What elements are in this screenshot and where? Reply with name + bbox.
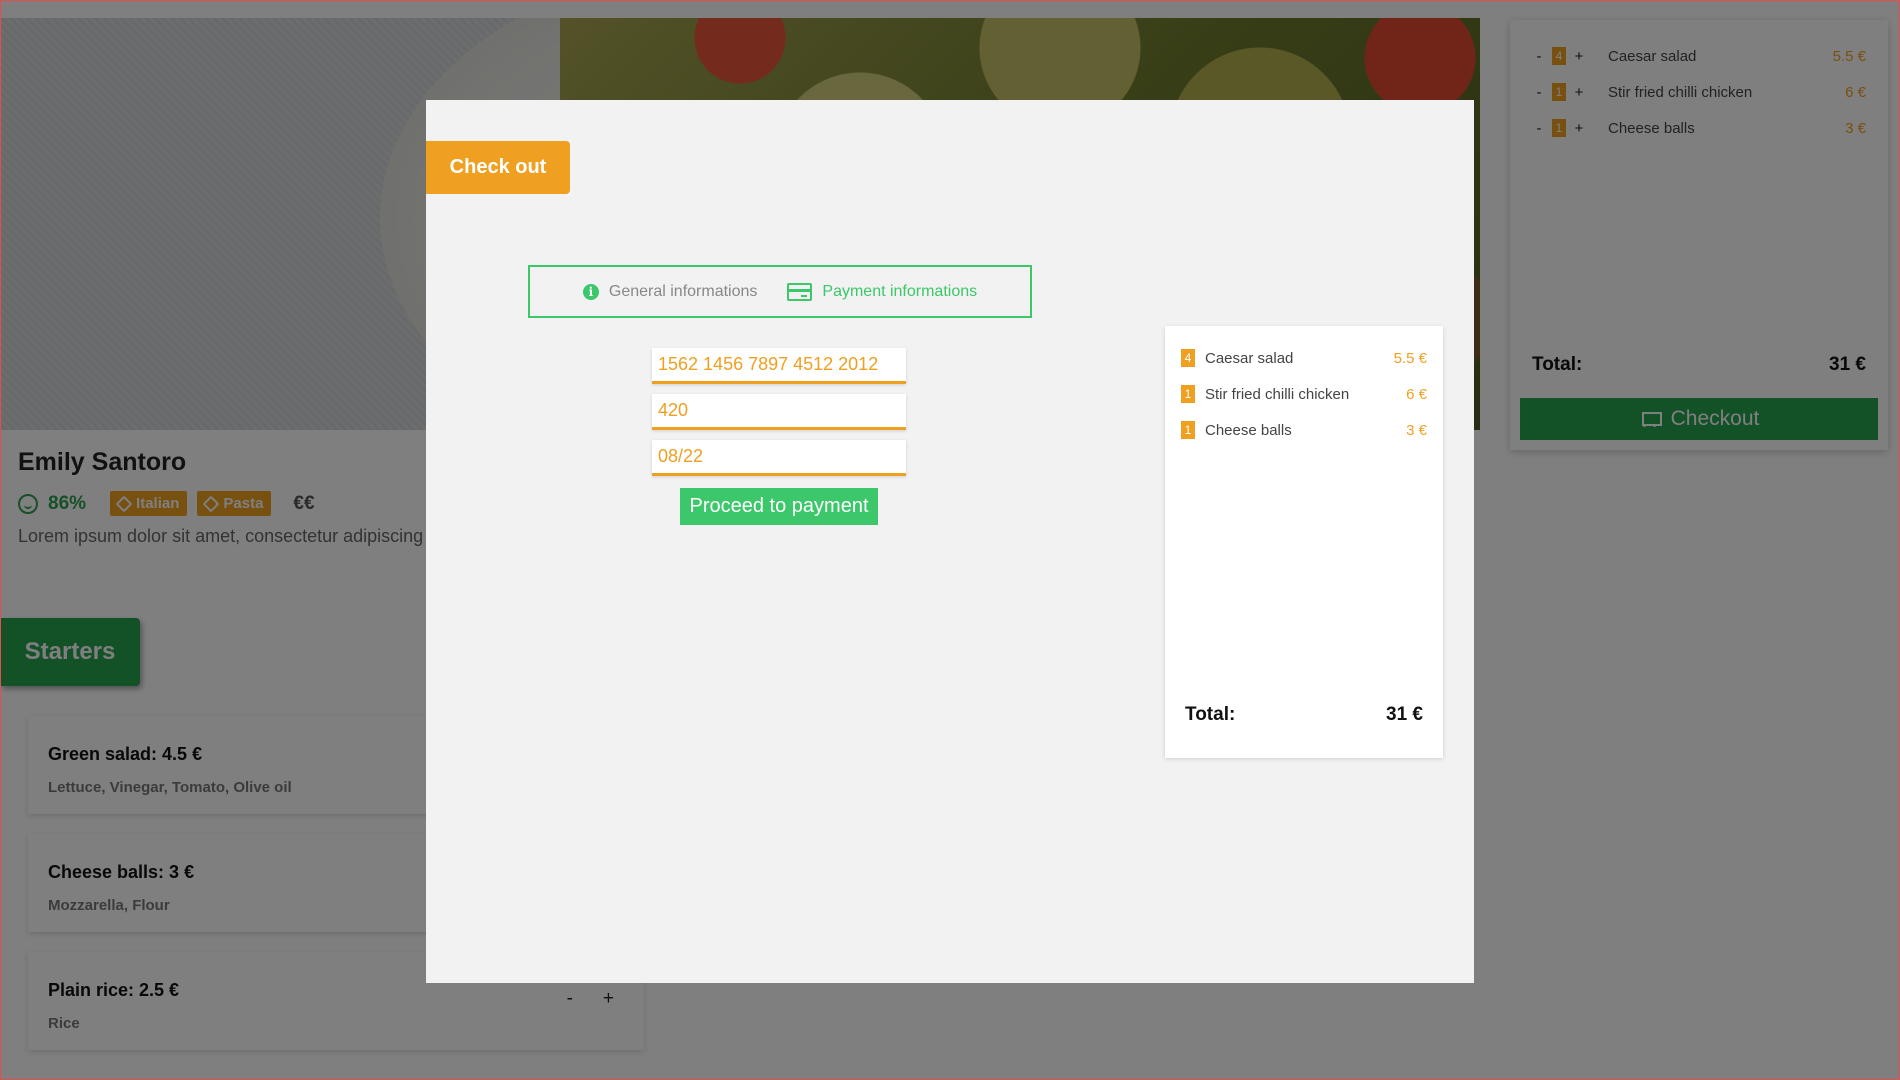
checkout-modal: Check out i General informations Payment…	[426, 100, 1474, 983]
summary-total: Total: 31 €	[1185, 704, 1423, 726]
expiry-date-field[interactable]	[652, 440, 906, 476]
quantity-badge: 4	[1181, 349, 1195, 367]
step-label: General informations	[608, 282, 758, 300]
info-icon: i	[582, 283, 599, 300]
credit-card-icon	[787, 282, 813, 301]
modal-title: Check out	[426, 141, 570, 194]
total-label: Total:	[1185, 704, 1236, 725]
summary-line-item: 1 Stir fried chilli chicken 6 €	[1181, 376, 1427, 412]
cvv-field[interactable]	[652, 394, 906, 430]
checkout-steps: i General informations Payment informati…	[528, 265, 1032, 318]
total-value: 31 €	[1386, 704, 1423, 725]
summary-line-item: 1 Cheese balls 3 €	[1181, 412, 1427, 448]
summary-line-item: 4 Caesar salad 5.5 €	[1181, 340, 1427, 376]
item-name: Caesar salad	[1205, 349, 1294, 367]
item-price: 3 €	[1406, 421, 1427, 439]
proceed-to-payment-button[interactable]: Proceed to payment	[680, 488, 878, 525]
quantity-badge: 1	[1181, 421, 1195, 439]
order-summary: 4 Caesar salad 5.5 € 1 Stir fried chilli…	[1165, 326, 1443, 758]
step-payment-informations[interactable]: Payment informations	[787, 282, 978, 301]
quantity-badge: 1	[1181, 385, 1195, 403]
item-price: 6 €	[1406, 385, 1427, 403]
step-general-informations[interactable]: i General informations	[582, 282, 758, 301]
card-number-field[interactable]	[652, 348, 906, 384]
item-name: Cheese balls	[1205, 421, 1292, 439]
item-price: 5.5 €	[1393, 349, 1427, 367]
step-label: Payment informations	[822, 282, 978, 300]
item-name: Stir fried chilli chicken	[1205, 385, 1350, 403]
